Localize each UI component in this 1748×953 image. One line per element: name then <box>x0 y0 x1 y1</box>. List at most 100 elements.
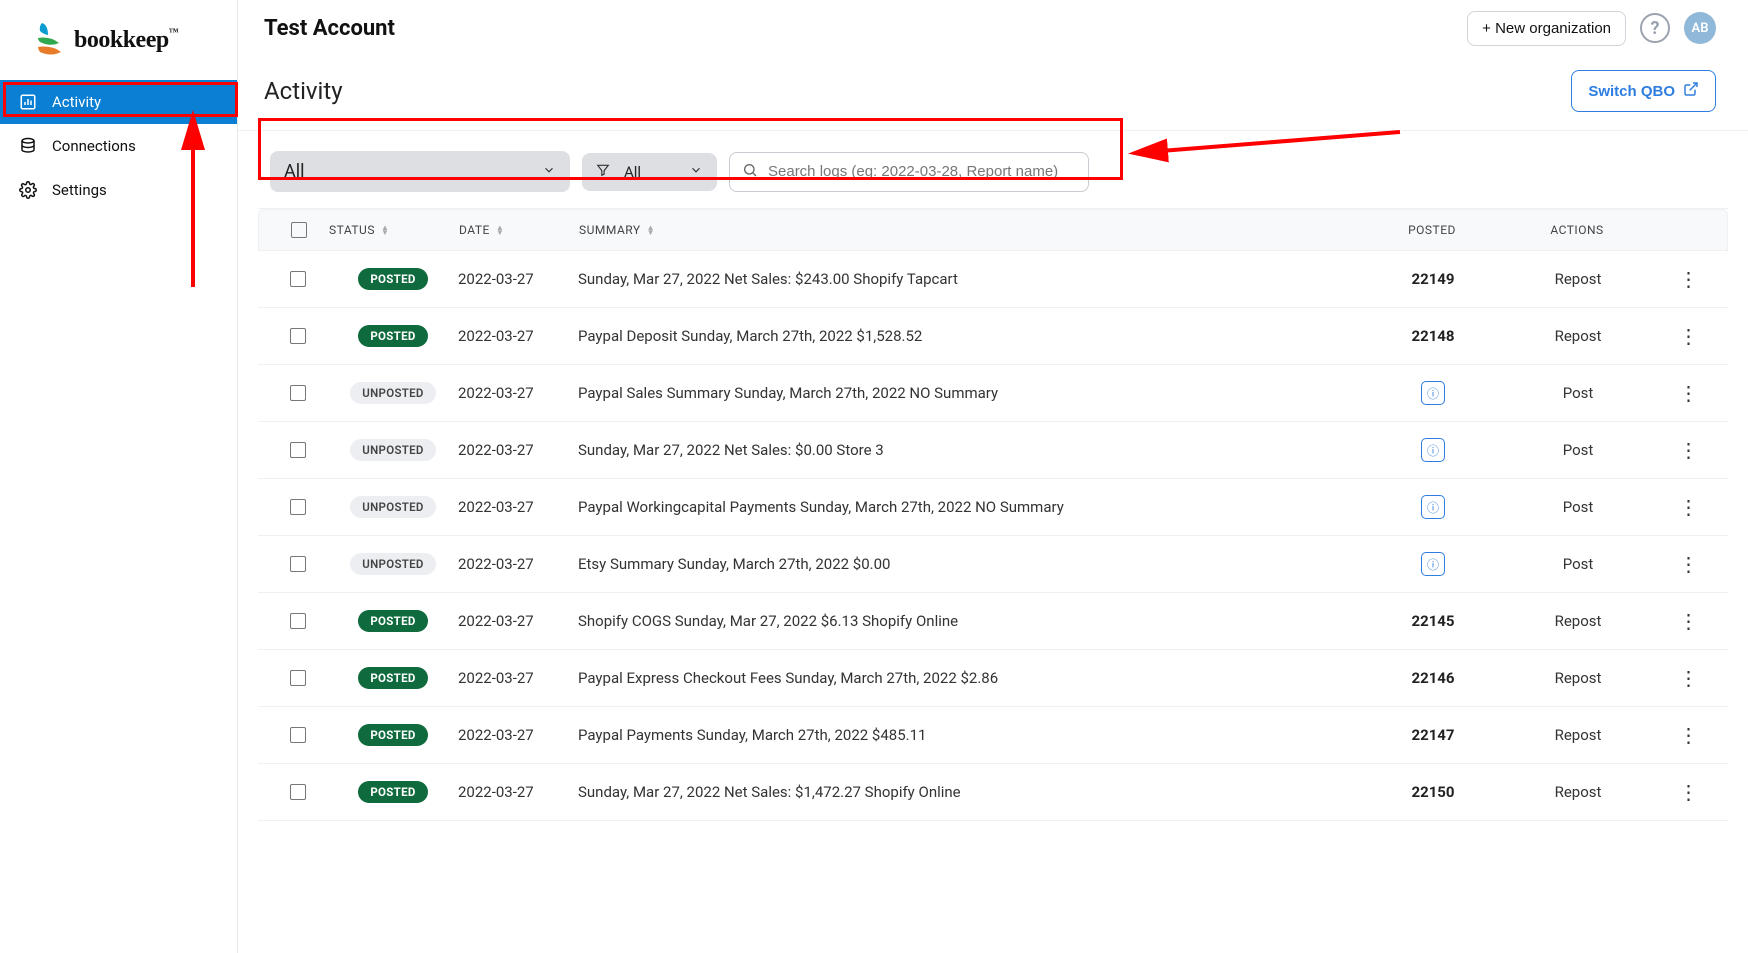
filter-secondary-value: All <box>624 163 641 181</box>
row-checkbox[interactable] <box>290 499 306 515</box>
status-badge: POSTED <box>358 268 427 290</box>
posted-id: 22146 <box>1411 669 1454 687</box>
search-input-wrap[interactable] <box>729 152 1089 192</box>
cell-date: 2022-03-27 <box>458 669 578 687</box>
chevron-down-icon <box>542 161 556 182</box>
row-checkbox[interactable] <box>290 670 306 686</box>
cell-summary: Paypal Sales Summary Sunday, March 27th,… <box>578 384 1368 402</box>
row-menu-icon[interactable]: ⋮ <box>1679 552 1698 576</box>
switch-qbo-button[interactable]: Switch QBO <box>1571 70 1716 112</box>
row-checkbox[interactable] <box>290 613 306 629</box>
cell-date: 2022-03-27 <box>458 612 578 630</box>
repost-button[interactable]: Repost <box>1555 270 1602 288</box>
table-row: POSTED2022-03-27Paypal Deposit Sunday, M… <box>258 308 1728 365</box>
avatar[interactable]: AB <box>1684 12 1716 44</box>
repost-button[interactable]: Repost <box>1555 726 1602 744</box>
col-posted: POSTED <box>1367 223 1497 237</box>
info-icon[interactable]: ⓘ <box>1421 438 1445 462</box>
sidebar-item-label: Connections <box>52 137 136 155</box>
repost-button[interactable]: Repost <box>1555 783 1602 801</box>
post-button[interactable]: Post <box>1563 441 1594 459</box>
row-menu-icon[interactable]: ⋮ <box>1679 666 1698 690</box>
row-menu-icon[interactable]: ⋮ <box>1679 609 1698 633</box>
post-button[interactable]: Post <box>1563 555 1594 573</box>
table-row: UNPOSTED2022-03-27Sunday, Mar 27, 2022 N… <box>258 422 1728 479</box>
row-checkbox[interactable] <box>290 784 306 800</box>
external-link-icon <box>1683 81 1699 101</box>
status-badge: POSTED <box>358 610 427 632</box>
row-menu-icon[interactable]: ⋮ <box>1679 495 1698 519</box>
posted-id: 22149 <box>1411 270 1454 288</box>
sidebar-item-label: Activity <box>52 93 101 111</box>
info-icon[interactable]: ⓘ <box>1421 381 1445 405</box>
database-icon <box>18 136 38 156</box>
cell-date: 2022-03-27 <box>458 726 578 744</box>
repost-button[interactable]: Repost <box>1555 669 1602 687</box>
cell-date: 2022-03-27 <box>458 384 578 402</box>
select-all-checkbox[interactable] <box>291 222 307 238</box>
sidebar-item-label: Settings <box>52 181 107 199</box>
row-menu-icon[interactable]: ⋮ <box>1679 780 1698 804</box>
table-row: UNPOSTED2022-03-27Paypal Sales Summary S… <box>258 365 1728 422</box>
sort-icon[interactable]: ▲▼ <box>381 225 389 235</box>
new-organization-button[interactable]: + New organization <box>1467 11 1626 46</box>
sidebar-item-activity[interactable]: Activity <box>0 80 237 124</box>
status-badge: UNPOSTED <box>350 496 435 518</box>
status-badge: POSTED <box>358 325 427 347</box>
repost-button[interactable]: Repost <box>1555 327 1602 345</box>
funnel-icon <box>596 163 610 181</box>
sidebar-item-connections[interactable]: Connections <box>0 124 237 168</box>
search-input[interactable] <box>768 163 1076 180</box>
switch-qbo-label: Switch QBO <box>1588 83 1675 100</box>
row-checkbox[interactable] <box>290 442 306 458</box>
cell-date: 2022-03-27 <box>458 783 578 801</box>
sidebar-item-settings[interactable]: Settings <box>0 168 237 212</box>
status-badge: POSTED <box>358 667 427 689</box>
status-badge: POSTED <box>358 724 427 746</box>
row-menu-icon[interactable]: ⋮ <box>1679 381 1698 405</box>
row-checkbox[interactable] <box>290 727 306 743</box>
cell-date: 2022-03-27 <box>458 270 578 288</box>
sort-icon[interactable]: ▲▼ <box>496 225 504 235</box>
repost-button[interactable]: Repost <box>1555 612 1602 630</box>
cell-summary: Sunday, Mar 27, 2022 Net Sales: $243.00 … <box>578 270 1368 288</box>
sort-icon[interactable]: ▲▼ <box>647 225 655 235</box>
chevron-down-icon <box>689 163 703 181</box>
cell-date: 2022-03-27 <box>458 498 578 516</box>
table-row: POSTED 2022-03-27Paypal Payments Sunday, … <box>258 707 1728 764</box>
cell-summary: Paypal Workingcapital Payments Sunday, M… <box>578 498 1368 516</box>
info-icon[interactable]: ⓘ <box>1421 552 1445 576</box>
topbar: Test Account + New organization ? AB <box>238 0 1748 56</box>
cell-summary: Shopify COGS Sunday, Mar 27, 2022 $6.13 … <box>578 612 1368 630</box>
col-date: DATE▲▼ <box>459 223 579 237</box>
help-icon[interactable]: ? <box>1640 13 1670 43</box>
row-checkbox[interactable] <box>290 556 306 572</box>
filter-primary-value: All <box>284 161 305 182</box>
search-icon <box>742 162 758 182</box>
main-content: Test Account + New organization ? AB Act… <box>238 0 1748 953</box>
table-row: POSTED2022-03-27Paypal Express Checkout … <box>258 650 1728 707</box>
status-badge: POSTED <box>358 781 427 803</box>
table-row: UNPOSTED2022-03-27Etsy Summary Sunday, M… <box>258 536 1728 593</box>
post-button[interactable]: Post <box>1563 384 1594 402</box>
chart-icon <box>18 92 38 112</box>
col-actions: ACTIONS <box>1497 223 1657 237</box>
posted-id: 22148 <box>1411 327 1454 345</box>
row-checkbox[interactable] <box>290 385 306 401</box>
row-checkbox[interactable] <box>290 271 306 287</box>
brand-logo[interactable]: bookkeep™ <box>0 0 237 80</box>
row-menu-icon[interactable]: ⋮ <box>1679 723 1698 747</box>
row-menu-icon[interactable]: ⋮ <box>1679 267 1698 291</box>
post-button[interactable]: Post <box>1563 498 1594 516</box>
table-row: POSTED 2022-03-27Sunday, Mar 27, 2022 Net… <box>258 251 1728 308</box>
cell-summary: Paypal Payments Sunday, March 27th, 2022… <box>578 726 1368 744</box>
page-header: Activity Switch QBO <box>238 56 1748 131</box>
info-icon[interactable]: ⓘ <box>1421 495 1445 519</box>
row-menu-icon[interactable]: ⋮ <box>1679 438 1698 462</box>
filter-primary-select[interactable]: All <box>270 151 570 192</box>
filter-secondary-select[interactable]: All <box>582 153 717 191</box>
filters-bar: All All <box>244 137 1742 208</box>
table-header: STATUS▲▼ DATE▲▼ SUMMARY▲▼ POSTED ACTIONS <box>258 209 1728 251</box>
row-checkbox[interactable] <box>290 328 306 344</box>
row-menu-icon[interactable]: ⋮ <box>1679 324 1698 348</box>
